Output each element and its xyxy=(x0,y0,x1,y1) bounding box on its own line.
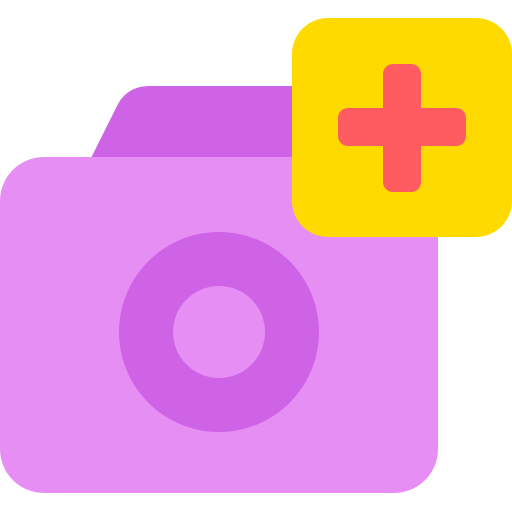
plus-icon-horizontal xyxy=(338,108,466,146)
add-photo-folder-icon xyxy=(0,0,512,512)
icon-svg xyxy=(0,18,512,493)
camera-lens-center xyxy=(173,286,265,378)
folder-tab xyxy=(90,86,300,160)
